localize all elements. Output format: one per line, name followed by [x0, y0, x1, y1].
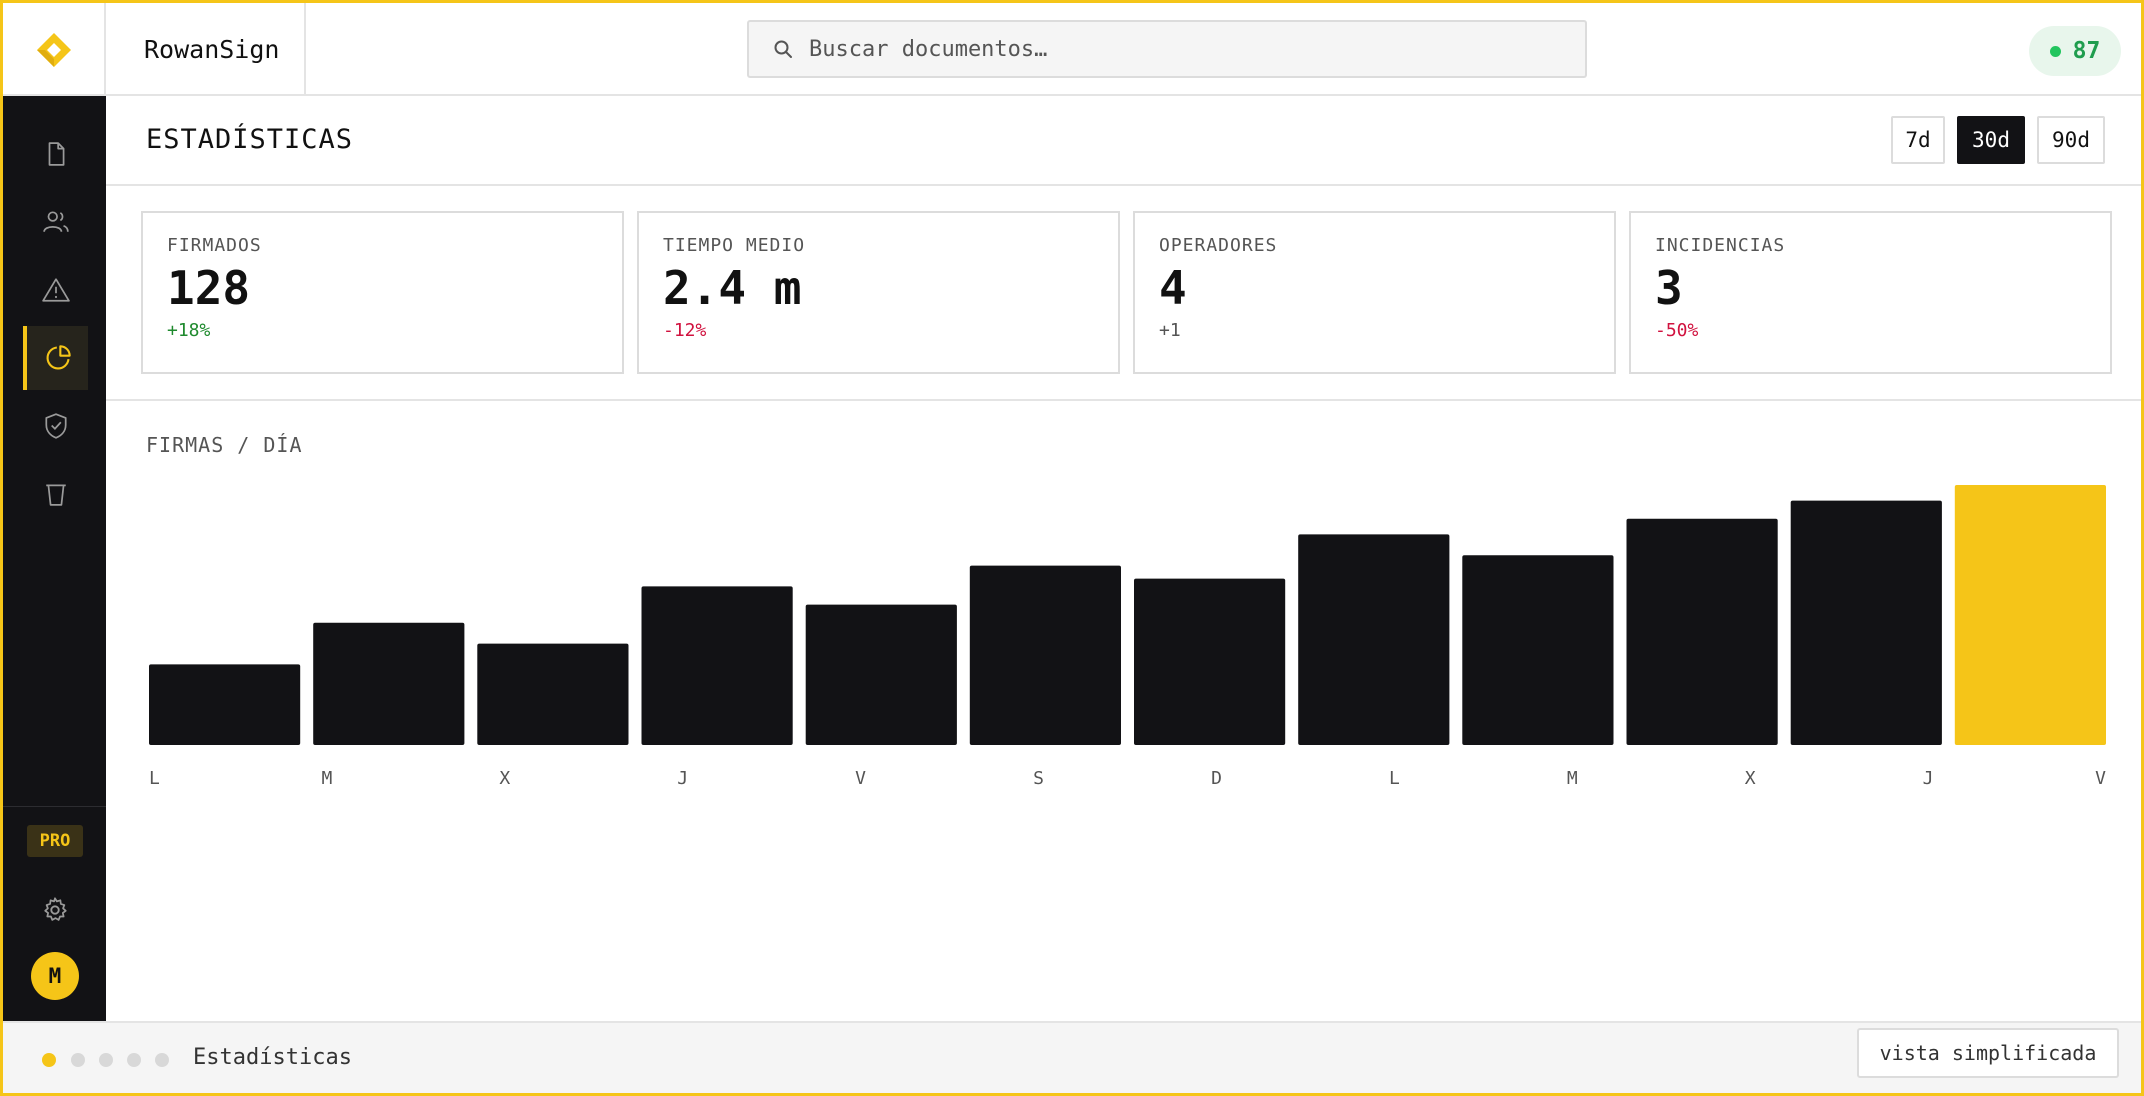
footer-bar: Estadísticas vista simplificada — [3, 1021, 2141, 1093]
pie-chart-icon — [46, 345, 71, 370]
x-tick-label: L — [1389, 768, 1400, 789]
chart-bar-4[interactable] — [805, 604, 957, 745]
kpi-value: 3 — [1655, 261, 1683, 315]
x-tick-label: X — [499, 768, 510, 789]
chart-bar-7[interactable] — [1298, 534, 1450, 745]
warning-icon — [41, 278, 70, 302]
kpi-card-average-time: TIEMPO MEDIO 2.4 m -12% — [637, 211, 1120, 374]
step-dot[interactable] — [155, 1053, 169, 1067]
gear-icon — [44, 897, 67, 921]
chart-bar-8[interactable] — [1462, 555, 1614, 745]
x-tick-label: X — [1745, 768, 1756, 789]
avatar[interactable]: M — [31, 952, 79, 1000]
sidebar-item-security[interactable] — [23, 394, 88, 458]
kpi-delta: -12% — [663, 320, 707, 341]
chart-bar-11[interactable] — [1954, 485, 2106, 745]
range-button-90d[interactable]: 90d — [2037, 116, 2105, 164]
kpi-label: INCIDENCIAS — [1655, 235, 1786, 256]
chart-bar-10[interactable] — [1790, 500, 1942, 745]
chart-bar-6[interactable] — [1134, 578, 1286, 745]
document-icon — [48, 142, 64, 166]
search-input[interactable] — [809, 36, 1529, 62]
x-tick-label: L — [149, 768, 160, 789]
shield-check-icon — [44, 413, 67, 439]
users-icon — [42, 211, 69, 232]
x-tick-label: V — [2095, 768, 2106, 789]
range-button-30d[interactable]: 30d — [1957, 116, 2025, 164]
sidebar-item-incidents[interactable] — [23, 258, 88, 322]
app-window: RowanSign 87 — [0, 0, 2144, 1096]
sidebar-item-users[interactable] — [23, 190, 88, 254]
plan-badge: PRO — [27, 825, 83, 857]
kpi-label: FIRMADOS — [167, 235, 262, 256]
logo[interactable] — [3, 3, 106, 96]
search-icon — [774, 40, 792, 58]
sidebar-item-statistics[interactable] — [23, 326, 88, 390]
kpi-card-incidents: INCIDENCIAS 3 -50% — [1629, 211, 2112, 374]
step-dot[interactable] — [71, 1053, 85, 1067]
kpi-label: TIEMPO MEDIO — [663, 235, 806, 256]
chart-bar-0[interactable] — [149, 664, 301, 745]
kpi-value: 4 — [1159, 261, 1187, 315]
kpi-delta: +1 — [1159, 320, 1181, 341]
step-dot[interactable] — [42, 1053, 56, 1067]
range-button-7d[interactable]: 7d — [1891, 116, 1945, 164]
kpi-delta: -50% — [1655, 320, 1699, 341]
sidebar-item-trash[interactable] — [23, 462, 88, 526]
sidebar: PRO M — [3, 96, 106, 1021]
trash-icon — [45, 484, 66, 506]
signatures-per-day-chart: LMXJVSDLMXJV — [149, 485, 2106, 789]
x-tick-label: D — [1211, 768, 1222, 789]
x-tick-label: M — [1567, 768, 1578, 789]
x-tick-label: S — [1033, 768, 1044, 789]
step-dot[interactable] — [127, 1053, 141, 1067]
score-value: 87 — [2072, 38, 2101, 64]
kpi-row: FIRMADOS 128 +18% TIEMPO MEDIO 2.4 m -12… — [106, 186, 2141, 401]
sidebar-item-documents[interactable] — [23, 122, 88, 186]
main-content: ESTADÍSTICAS 7d 30d 90d FIRMADOS 128 +18… — [106, 96, 2141, 1021]
kpi-value: 2.4 m — [663, 261, 802, 315]
status-dot-icon — [2049, 45, 2061, 57]
x-tick-label: V — [855, 768, 866, 789]
kpi-card-signed: FIRMADOS 128 +18% — [141, 211, 624, 374]
page-title: ESTADÍSTICAS — [146, 124, 354, 155]
top-bar: RowanSign 87 — [3, 3, 2141, 96]
sidebar-divider — [3, 806, 106, 807]
step-dot[interactable] — [99, 1053, 113, 1067]
x-tick-label: M — [321, 768, 332, 789]
chart-section: FIRMAS / DÍA LMXJVSDLMXJV — [106, 403, 2141, 1021]
chart-bar-5[interactable] — [969, 565, 1121, 745]
kpi-value: 128 — [167, 261, 251, 315]
brand-name: RowanSign — [106, 3, 306, 96]
kpi-card-operators: OPERADORES 4 +1 — [1133, 211, 1616, 374]
chart-bar-2[interactable] — [477, 643, 629, 745]
chart-bar-9[interactable] — [1626, 518, 1778, 745]
chart-bar-1[interactable] — [313, 622, 465, 745]
search-box[interactable] — [747, 20, 1587, 78]
rowansign-logo-icon — [36, 32, 71, 67]
page-header: ESTADÍSTICAS 7d 30d 90d — [106, 96, 2141, 186]
status-score-badge: 87 — [2029, 26, 2121, 76]
x-tick-label: J — [677, 768, 688, 789]
simplified-view-button[interactable]: vista simplificada — [1857, 1028, 2119, 1078]
chart-bar-3[interactable] — [641, 586, 793, 745]
x-tick-label: J — [1923, 768, 1934, 789]
settings-button[interactable] — [35, 890, 75, 930]
kpi-delta: +18% — [167, 320, 211, 341]
kpi-label: OPERADORES — [1159, 235, 1278, 256]
footer-current-section: Estadísticas — [193, 1045, 352, 1070]
